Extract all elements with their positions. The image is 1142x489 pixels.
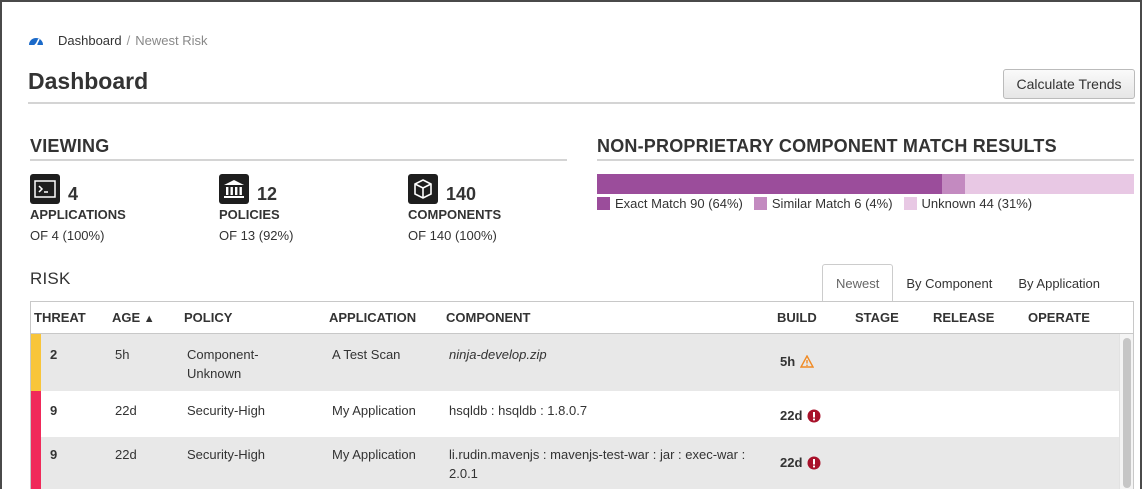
age-value: 22d bbox=[115, 447, 137, 462]
viewing-divider bbox=[30, 159, 567, 161]
build-age: 22d bbox=[780, 408, 803, 423]
col-operate[interactable]: OPERATE bbox=[1028, 310, 1090, 325]
breadcrumb: Dashboard / Newest Risk bbox=[28, 31, 207, 49]
col-build[interactable]: BUILD bbox=[777, 310, 817, 325]
component-value[interactable]: hsqldb : hsqldb : 1.8.0.7 bbox=[449, 401, 587, 420]
table-header: THREAT AGE ▲ POLICY APPLICATION COMPONEN… bbox=[31, 302, 1133, 334]
col-release[interactable]: RELEASE bbox=[933, 310, 994, 325]
stat-applications[interactable]: 4 APPLICATIONS OF 4 (100%) bbox=[30, 174, 210, 243]
legend-unknown: Unknown 44 (31%) bbox=[903, 196, 1033, 211]
calculate-trends-button[interactable]: Calculate Trends bbox=[1003, 69, 1135, 99]
match-results-heading: NON-PROPRIETARY COMPONENT MATCH RESULTS bbox=[597, 136, 1057, 156]
match-results-divider bbox=[597, 159, 1134, 161]
breadcrumb-dashboard-link[interactable]: Dashboard bbox=[58, 33, 122, 48]
policies-of: OF 13 (92%) bbox=[219, 228, 294, 243]
table-scrollbar[interactable] bbox=[1119, 334, 1133, 489]
col-age-label: AGE bbox=[112, 310, 141, 325]
table-row[interactable]: 2 5h Component-Unknown A Test Scan ninja… bbox=[31, 334, 1133, 391]
build-age: 22d bbox=[780, 455, 803, 470]
legend-swatch-exact bbox=[597, 197, 610, 210]
applications-count: 4 bbox=[68, 184, 79, 204]
stat-components[interactable]: 140 COMPONENTS OF 140 (100%) bbox=[408, 174, 588, 243]
app-frame: Dashboard / Newest Risk Dashboard Calcul… bbox=[0, 0, 1142, 489]
col-threat[interactable]: THREAT bbox=[34, 310, 86, 325]
match-bar-similar-segment[interactable] bbox=[942, 174, 966, 194]
applications-of: OF 4 (100%) bbox=[30, 228, 105, 243]
breadcrumb-current: Newest Risk bbox=[135, 32, 208, 48]
build-status[interactable]: 5h bbox=[780, 352, 815, 371]
tab-newest[interactable]: Newest bbox=[822, 264, 894, 302]
col-stage[interactable]: STAGE bbox=[855, 310, 899, 325]
title-divider bbox=[28, 102, 1135, 104]
applications-label: APPLICATIONS bbox=[30, 207, 126, 222]
page-title: Dashboard bbox=[28, 68, 149, 94]
stat-policies[interactable]: 12 POLICIES OF 13 (92%) bbox=[219, 174, 399, 243]
table-row[interactable]: 9 22d Security-High My Application hsqld… bbox=[31, 391, 1133, 437]
legend-swatch-unknown bbox=[903, 197, 917, 210]
build-age: 5h bbox=[780, 354, 796, 369]
components-label: COMPONENTS bbox=[408, 207, 502, 222]
match-results-legend: Exact Match 90 (64%) Similar Match 6 (4%… bbox=[597, 196, 1043, 211]
tab-by-application[interactable]: By Application bbox=[1005, 264, 1113, 302]
age-value: 22d bbox=[115, 403, 137, 418]
application-value: A Test Scan bbox=[332, 347, 401, 362]
components-of: OF 140 (100%) bbox=[408, 228, 497, 243]
policy-value: Security-High bbox=[187, 447, 266, 462]
critical-alert-icon bbox=[807, 409, 821, 422]
bank-icon bbox=[219, 174, 249, 204]
viewing-heading: VIEWING bbox=[30, 136, 110, 156]
legend-swatch-similar bbox=[753, 197, 767, 210]
col-application[interactable]: APPLICATION bbox=[329, 310, 416, 325]
scrollbar-thumb[interactable] bbox=[1123, 338, 1131, 488]
component-value[interactable]: li.rudin.mavenjs : mavenjs-test-war : ja… bbox=[449, 445, 759, 483]
application-value: My Application bbox=[332, 403, 416, 418]
match-results-bar[interactable] bbox=[597, 174, 1134, 194]
col-policy[interactable]: POLICY bbox=[184, 310, 232, 325]
legend-exact-label: Exact Match 90 (64%) bbox=[615, 196, 743, 211]
policies-count: 12 bbox=[257, 184, 278, 204]
threat-level-stripe bbox=[31, 334, 41, 391]
build-status[interactable]: 22d bbox=[780, 453, 821, 472]
build-status[interactable]: 22d bbox=[780, 406, 821, 425]
cube-icon bbox=[408, 174, 438, 204]
application-value: My Application bbox=[332, 447, 416, 462]
threat-level-stripe bbox=[31, 391, 41, 437]
critical-alert-icon bbox=[807, 456, 821, 469]
policy-value: Security-High bbox=[187, 403, 266, 418]
legend-exact-match: Exact Match 90 (64%) bbox=[597, 196, 743, 211]
legend-similar-label: Similar Match 6 (4%) bbox=[771, 196, 893, 211]
risk-table: THREAT AGE ▲ POLICY APPLICATION COMPONEN… bbox=[30, 301, 1134, 489]
col-component[interactable]: COMPONENT bbox=[446, 310, 531, 325]
dashboard-gauge-icon[interactable] bbox=[28, 34, 44, 46]
terminal-icon bbox=[30, 174, 60, 204]
components-count: 140 bbox=[446, 184, 477, 204]
legend-unknown-label: Unknown 44 (31%) bbox=[921, 196, 1033, 211]
legend-similar-match: Similar Match 6 (4%) bbox=[753, 196, 893, 211]
threat-level-stripe bbox=[31, 437, 41, 489]
sort-asc-icon: ▲ bbox=[143, 313, 155, 325]
component-value[interactable]: ninja-develop.zip bbox=[449, 345, 547, 364]
policies-label: POLICIES bbox=[219, 207, 280, 222]
threat-value: 9 bbox=[50, 403, 58, 418]
risk-tabs: Newest By Component By Application bbox=[822, 264, 1113, 302]
breadcrumb-separator: / bbox=[126, 32, 131, 48]
tab-by-component[interactable]: By Component bbox=[893, 264, 1005, 302]
policy-value: Component-Unknown bbox=[187, 347, 259, 381]
match-bar-unknown-segment[interactable] bbox=[965, 174, 1134, 194]
table-row[interactable]: 9 22d Security-High My Application li.ru… bbox=[31, 437, 1133, 489]
threat-value: 2 bbox=[50, 347, 58, 362]
risk-heading: RISK bbox=[30, 269, 71, 288]
warning-triangle-icon bbox=[800, 355, 815, 368]
match-bar-exact-segment[interactable] bbox=[597, 174, 943, 194]
col-age[interactable]: AGE ▲ bbox=[112, 310, 155, 325]
age-value: 5h bbox=[115, 347, 130, 362]
threat-value: 9 bbox=[50, 447, 58, 462]
